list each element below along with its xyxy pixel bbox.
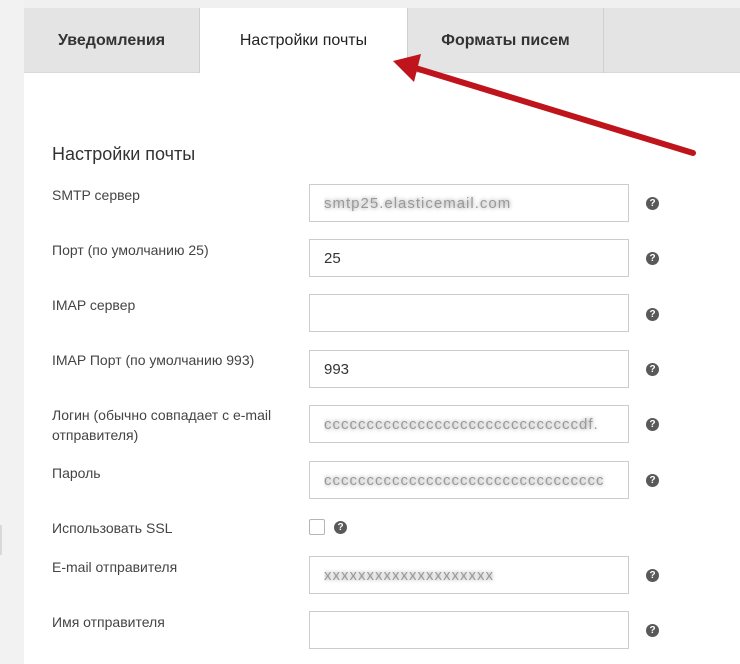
tab-mail-formats[interactable]: Форматы писем (408, 8, 604, 73)
section-title: Настройки почты (52, 144, 196, 164)
tab-bar: Уведомления Настройки почты Форматы писе… (24, 8, 740, 74)
sender-name-help-icon[interactable]: ? (646, 624, 659, 637)
imap-port-label: IMAP Порт (по умолчанию 993) (52, 352, 255, 368)
imap-port-help-icon[interactable]: ? (646, 363, 659, 376)
smtp-server-help-icon[interactable]: ? (646, 197, 659, 210)
tab-mail-settings[interactable]: Настройки почты (200, 8, 408, 74)
left-strip-divider (0, 525, 2, 555)
imap-server-input[interactable] (309, 294, 629, 332)
smtp-server-input[interactable] (309, 184, 629, 222)
password-help-icon[interactable]: ? (646, 474, 659, 487)
imap-server-label: IMAP сервер (52, 297, 136, 313)
login-input[interactable] (309, 405, 629, 443)
tab-empty (604, 8, 740, 73)
imap-server-help-icon[interactable]: ? (646, 308, 659, 321)
smtp-server-label: SMTP сервер (52, 187, 140, 203)
password-input[interactable] (309, 461, 629, 499)
port-help-icon[interactable]: ? (646, 252, 659, 265)
use-ssl-label: Использовать SSL (52, 520, 173, 536)
sender-name-input[interactable] (309, 611, 629, 649)
use-ssl-checkbox[interactable] (309, 519, 325, 535)
tab-notifications[interactable]: Уведомления (24, 8, 200, 73)
use-ssl-help-icon[interactable]: ? (334, 521, 347, 534)
sender-email-input[interactable] (309, 556, 629, 594)
port-input[interactable] (309, 239, 629, 277)
login-help-icon[interactable]: ? (646, 418, 659, 431)
sender-email-help-icon[interactable]: ? (646, 569, 659, 582)
login-label: Логин (обычно совпадает с e-mail отправи… (52, 407, 272, 443)
left-strip (0, 0, 24, 664)
sender-email-label: E-mail отправителя (52, 559, 178, 575)
port-label: Порт (по умолчанию 25) (52, 242, 209, 258)
password-label: Пароль (52, 465, 101, 481)
imap-port-input[interactable] (309, 350, 629, 388)
sender-name-label: Имя отправителя (52, 614, 165, 630)
settings-panel: Уведомления Настройки почты Форматы писе… (24, 8, 740, 664)
